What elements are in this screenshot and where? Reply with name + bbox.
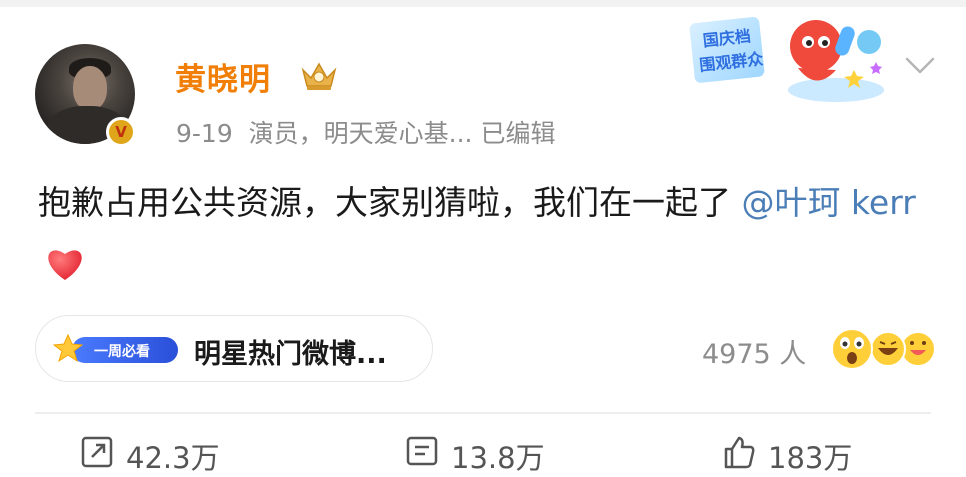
chevron-down-icon[interactable] [904, 55, 936, 77]
divider [35, 412, 931, 414]
crown-icon[interactable] [299, 60, 339, 92]
national-day-banner[interactable]: 国庆档 围观群众 [686, 12, 896, 112]
top-strip [0, 0, 966, 7]
hot-topic-badge: 一周必看 [94, 343, 150, 360]
like-count: 183万 [768, 441, 853, 475]
repost-icon [81, 436, 113, 468]
weekly-must-see-badge-icon: 一周必看 [52, 333, 178, 363]
post-text: 抱歉占用公共资源，大家别猜啦，我们在一起了 @叶珂 kerr [38, 172, 938, 296]
mention-link[interactable]: @叶珂 kerr [742, 183, 916, 222]
author-name[interactable]: 黄晓明 [175, 54, 271, 99]
repost-count: 42.3万 [126, 441, 220, 475]
like-button[interactable]: 183万 [722, 435, 852, 477]
verified-badge-icon: V [106, 117, 136, 147]
hot-topic-label: 明星热门微博... [194, 339, 387, 370]
comment-button[interactable]: 13.8万 [405, 435, 545, 477]
reaction-count[interactable]: 4975 人 [702, 332, 806, 371]
comment-count: 13.8万 [451, 441, 545, 475]
author-description: 演员，明天爱心基... [248, 119, 473, 148]
comment-icon [406, 436, 438, 466]
post-body: 抱歉占用公共资源，大家别猜啦，我们在一起了 [38, 183, 742, 222]
hot-topic-chip[interactable]: 一周必看 明星热门微博... [35, 315, 433, 382]
edited-label[interactable]: 已编辑 [480, 119, 555, 148]
repost-button[interactable]: 42.3万 [80, 435, 220, 477]
avatar-face [73, 66, 107, 110]
post-meta: 9-19 演员，明天爱心基... 已编辑 [176, 114, 555, 150]
red-heart-icon [48, 250, 82, 280]
thumbs-up-icon [724, 436, 755, 469]
post-date: 9-19 [176, 119, 233, 148]
reaction-emojis-icon[interactable] [830, 328, 940, 370]
